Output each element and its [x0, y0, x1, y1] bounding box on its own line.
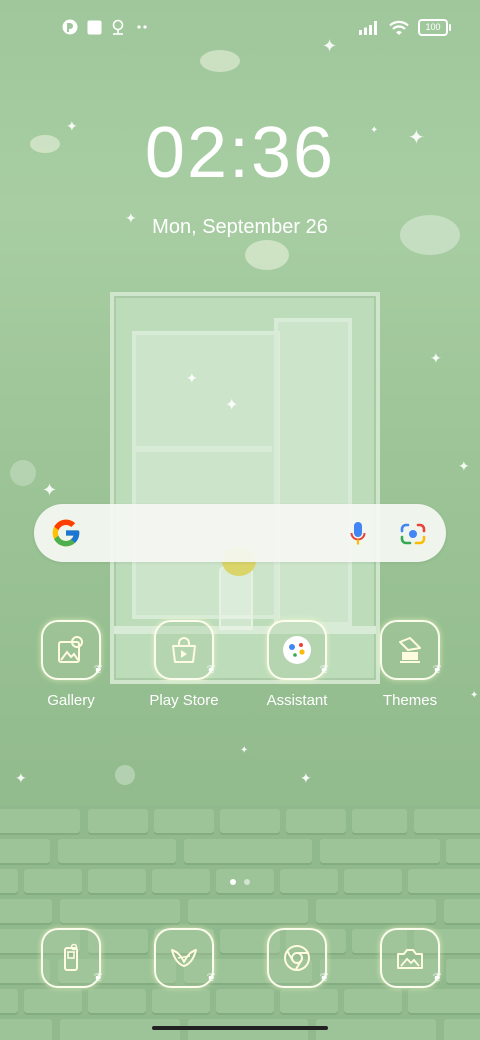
app-play-store[interactable]: ❦ Play Store — [129, 620, 239, 709]
square-notification-icon — [87, 20, 102, 34]
lens-camera-icon[interactable] — [400, 522, 426, 546]
butterfly-icon: ❦ — [319, 664, 329, 676]
gallery-icon — [58, 636, 83, 663]
chrome-icon — [284, 945, 310, 971]
camera-icon — [397, 949, 423, 969]
page-dot[interactable] — [244, 879, 250, 885]
app-assistant[interactable]: ❦ Assistant — [242, 620, 352, 709]
messages-icon — [171, 949, 197, 967]
butterfly-icon: ❦ — [319, 972, 329, 984]
dock-chrome[interactable]: ❦ — [242, 928, 352, 988]
butterfly-icon: ❦ — [206, 664, 216, 676]
clock-date[interactable]: Mon, September 26 — [0, 216, 480, 239]
wifi-icon — [389, 20, 409, 35]
butterfly-icon: ❦ — [93, 972, 103, 984]
app-themes[interactable]: ❦ Themes — [355, 620, 465, 709]
more-dots-icon — [137, 25, 147, 29]
butterfly-icon: ❦ — [206, 972, 216, 984]
phone-icon — [64, 943, 78, 971]
app-notification-icon — [62, 19, 78, 35]
page-dot[interactable] — [230, 879, 236, 885]
google-search-bar[interactable] — [34, 504, 446, 562]
themes-icon — [399, 637, 421, 663]
location-notification-icon — [112, 19, 124, 35]
status-bar: 100 — [0, 0, 480, 56]
app-label: Assistant — [266, 692, 328, 709]
dock-messages[interactable]: ❦ — [129, 928, 239, 988]
battery-icon: 100 — [418, 19, 451, 36]
clock-time[interactable]: 02:36 — [0, 112, 480, 194]
app-label: Gallery — [47, 692, 95, 709]
app-label: Play Store — [149, 692, 219, 709]
app-label: Themes — [382, 692, 438, 709]
dock-phone[interactable]: ❦ — [16, 928, 126, 988]
gesture-nav-bar[interactable] — [152, 1026, 328, 1030]
butterfly-icon: ❦ — [432, 972, 442, 984]
page-indicator[interactable] — [0, 879, 480, 885]
signal-icon — [359, 21, 377, 35]
butterfly-icon: ❦ — [93, 664, 103, 676]
app-gallery[interactable]: ❦ Gallery — [16, 620, 126, 709]
google-g-icon — [52, 519, 80, 547]
mic-icon[interactable] — [350, 521, 366, 547]
assistant-icon — [283, 636, 311, 664]
dock-camera[interactable]: ❦ — [355, 928, 465, 988]
brick-wall — [0, 805, 480, 1040]
butterfly-icon: ❦ — [432, 664, 442, 676]
play-store-icon — [172, 637, 196, 663]
